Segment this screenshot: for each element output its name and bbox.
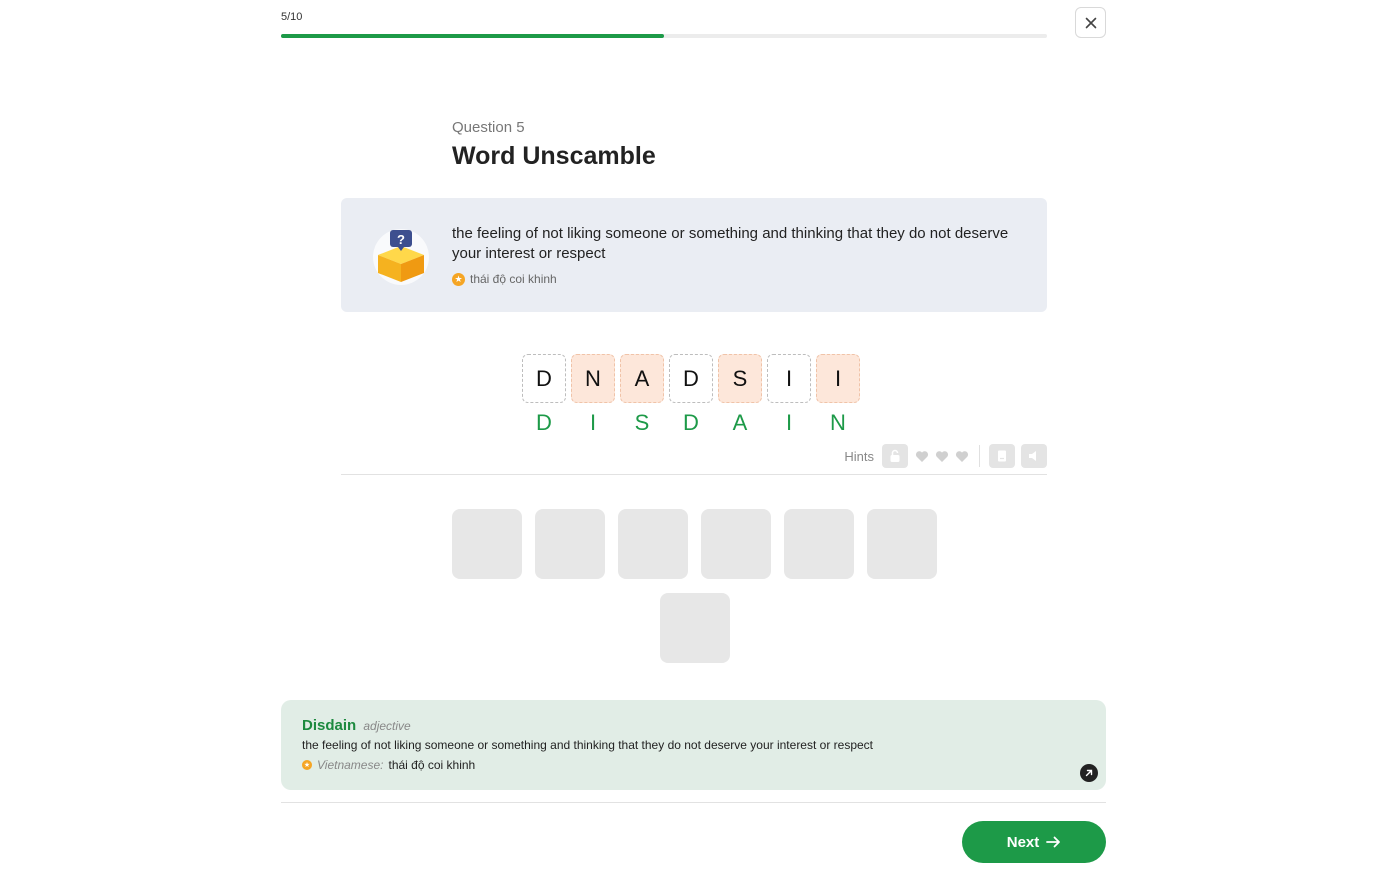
answer-letter: S bbox=[634, 410, 650, 435]
result-card: Disdain adjective the feeling of not lik… bbox=[281, 700, 1106, 790]
scrambled-letters: DNADSII bbox=[522, 354, 860, 403]
answer-slot[interactable] bbox=[452, 509, 522, 579]
heart-icon bbox=[954, 448, 970, 464]
progress-label: 5/10 bbox=[281, 11, 303, 23]
question-title: Word Unscamble bbox=[452, 142, 656, 170]
close-icon bbox=[1085, 17, 1096, 28]
answer-slot[interactable] bbox=[618, 509, 688, 579]
definition-text: the feeling of not liking someone or som… bbox=[452, 225, 1009, 262]
toolbar-divider bbox=[979, 445, 980, 467]
lock-icon bbox=[890, 449, 900, 462]
mystery-box-icon: ? bbox=[373, 229, 429, 285]
definition-card: ? the feeling of not liking someone or s… bbox=[341, 198, 1047, 312]
bottom-divider bbox=[281, 802, 1106, 803]
hint-hearts bbox=[914, 448, 970, 464]
divider bbox=[341, 474, 1047, 475]
open-dictionary-button[interactable] bbox=[1080, 764, 1098, 782]
answer-slot[interactable] bbox=[784, 509, 854, 579]
unlock-hint-button[interactable] bbox=[882, 444, 908, 468]
next-button[interactable]: Next bbox=[962, 821, 1106, 863]
letter-tile[interactable]: I bbox=[767, 354, 811, 403]
letter-tile[interactable]: N bbox=[571, 354, 615, 403]
letter-tile[interactable]: A bbox=[620, 354, 664, 403]
result-part-of-speech: adjective bbox=[363, 719, 411, 733]
progress-bar-fill bbox=[281, 34, 664, 38]
external-link-icon bbox=[1085, 769, 1093, 777]
answer-slot[interactable] bbox=[659, 593, 730, 663]
translation-text: thái độ coi khinh bbox=[470, 272, 557, 286]
vietnamese-label: Vietnamese: bbox=[317, 758, 384, 772]
star-icon: ★ bbox=[452, 272, 465, 286]
result-word-line: Disdain adjective bbox=[302, 717, 411, 734]
answer-letter: A bbox=[732, 410, 748, 435]
result-word: Disdain bbox=[302, 717, 357, 734]
arrow-right-icon bbox=[1046, 836, 1061, 848]
answer-letter: I bbox=[785, 410, 793, 435]
svg-text:?: ? bbox=[397, 232, 405, 247]
progress-bar bbox=[281, 34, 1047, 38]
answer-slot[interactable] bbox=[867, 509, 937, 579]
definition-translation: ★ thái độ coi khinh bbox=[452, 272, 557, 286]
speaker-icon bbox=[1029, 451, 1036, 461]
letter-tile[interactable]: I bbox=[816, 354, 860, 403]
heart-icon bbox=[934, 448, 950, 464]
answer-reveal: DISDAIN bbox=[522, 410, 860, 436]
result-vietnamese: ★ Vietnamese: thái độ coi khinh bbox=[302, 758, 475, 772]
letter-tile[interactable]: S bbox=[718, 354, 762, 403]
answer-slot[interactable] bbox=[701, 509, 771, 579]
flashcard-icon bbox=[998, 450, 1006, 462]
heart-icon bbox=[914, 448, 930, 464]
letter-tile[interactable]: D bbox=[669, 354, 713, 403]
flashcard-button[interactable] bbox=[989, 444, 1015, 468]
close-button[interactable] bbox=[1075, 7, 1106, 38]
hints-label: Hints bbox=[844, 448, 874, 464]
answer-letter: N bbox=[830, 410, 846, 435]
audio-button[interactable] bbox=[1021, 444, 1047, 468]
answer-slot[interactable] bbox=[535, 509, 605, 579]
result-definition: the feeling of not liking someone or som… bbox=[302, 738, 874, 752]
star-icon: ★ bbox=[302, 760, 312, 770]
vietnamese-value: thái độ coi khinh bbox=[388, 758, 476, 772]
answer-letter: I bbox=[589, 410, 597, 435]
answer-letter: D bbox=[683, 410, 699, 435]
answer-letter: D bbox=[536, 410, 552, 435]
next-button-label: Next bbox=[1006, 833, 1040, 851]
hints-toolbar: Hints bbox=[844, 444, 1047, 468]
letter-tile[interactable]: D bbox=[522, 354, 566, 403]
question-number: Question 5 bbox=[452, 119, 525, 136]
